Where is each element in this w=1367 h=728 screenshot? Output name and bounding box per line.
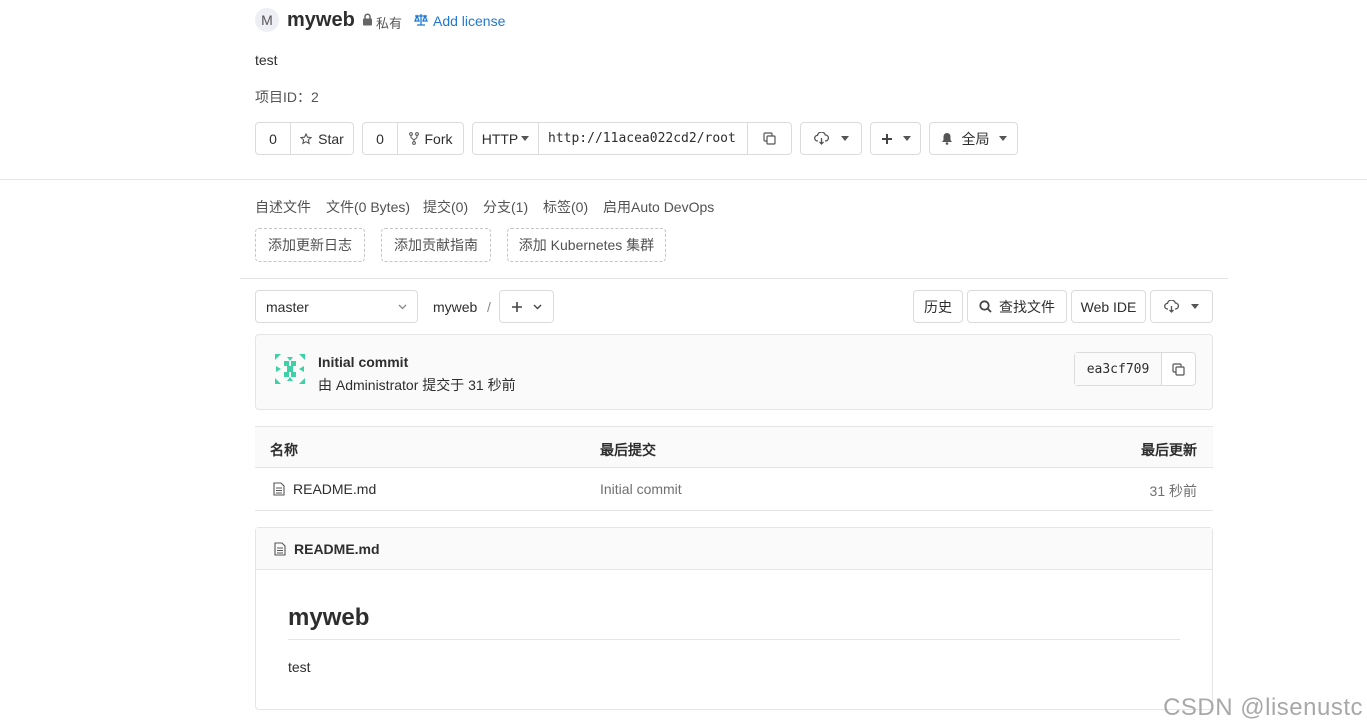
star-label: Star	[318, 130, 344, 147]
chevron-down-icon	[902, 136, 911, 141]
column-header-name: 名称	[270, 442, 298, 458]
nav-tags[interactable]: 标签(0)	[543, 197, 588, 217]
clone-url-group: HTTP http://11acea022cd2/root	[472, 122, 792, 155]
fork-count[interactable]: 0	[363, 123, 397, 154]
nav-branches[interactable]: 分支(1)	[483, 197, 528, 217]
readme-file-name[interactable]: README.md	[294, 541, 380, 557]
project-id-value: 2	[311, 89, 319, 105]
history-button[interactable]: 历史	[913, 290, 963, 323]
watermark: CSDN @lisenustc	[1163, 694, 1363, 721]
readme-panel: README.md myweb test	[255, 527, 1213, 710]
protocol-label: HTTP	[481, 130, 519, 147]
table-row[interactable]: README.md Initial commit 31 秒前	[255, 468, 1213, 511]
file-icon	[274, 542, 286, 556]
cloud-download-icon	[813, 132, 829, 145]
fork-button[interactable]: Fork	[397, 123, 463, 154]
add-license-link[interactable]: Add license	[433, 13, 505, 29]
copy-url-button[interactable]	[747, 123, 791, 154]
chevron-down-icon	[1191, 304, 1199, 309]
readme-body: test	[288, 659, 311, 675]
star-button[interactable]: Star	[290, 123, 353, 154]
file-updated-time: 31 秒前	[1149, 483, 1197, 499]
download-dropdown[interactable]	[1150, 290, 1213, 323]
add-to-tree-dropdown[interactable]	[499, 290, 554, 323]
chevron-down-icon	[998, 136, 1007, 141]
file-table-header: 名称 最后提交 最后更新	[255, 426, 1213, 468]
plus-icon	[511, 301, 523, 313]
chevron-down-icon	[398, 304, 407, 310]
project-id-label: 项目ID：	[255, 89, 311, 105]
cloud-download-icon	[1164, 300, 1179, 313]
fork-label: Fork	[424, 130, 453, 147]
file-name-link[interactable]: README.md	[293, 481, 376, 497]
project-title[interactable]: myweb	[287, 9, 355, 32]
chevron-down-icon	[533, 304, 542, 310]
notification-dropdown[interactable]: 全局	[929, 122, 1018, 155]
section-divider	[240, 278, 1228, 279]
commit-title[interactable]: Initial commit	[318, 354, 408, 370]
readme-heading-rule	[288, 639, 1180, 640]
visibility-label: 私有	[376, 16, 403, 31]
nav-readme[interactable]: 自述文件	[255, 197, 311, 217]
file-table: 名称 最后提交 最后更新 README.md Initial commit 31…	[255, 426, 1213, 511]
notification-label: 全局	[961, 130, 990, 147]
identicon-avatar	[273, 352, 307, 386]
fork-button-group: 0 Fork	[362, 122, 464, 155]
fork-icon	[408, 132, 419, 145]
star-button-group: 0 Star	[255, 122, 354, 155]
breadcrumb-separator: /	[487, 299, 491, 315]
commit-author-line: 由 Administrator 提交于 31 秒前	[318, 377, 516, 393]
readme-panel-header: README.md	[256, 528, 1212, 570]
copy-icon	[763, 132, 776, 145]
column-header-last-commit: 最后提交	[600, 442, 656, 458]
file-icon	[273, 482, 285, 496]
find-file-label: 查找文件	[999, 298, 1055, 315]
commit-sha-group: ea3cf709	[1074, 352, 1196, 386]
readme-heading: myweb	[288, 604, 370, 631]
star-icon	[300, 132, 313, 145]
add-contributing-button[interactable]: 添加贡献指南	[381, 228, 491, 262]
commit-sha[interactable]: ea3cf709	[1075, 353, 1161, 385]
file-last-commit-link[interactable]: Initial commit	[600, 481, 682, 497]
protocol-dropdown[interactable]: HTTP	[473, 123, 538, 154]
project-description: test	[255, 52, 278, 68]
lock-icon	[362, 13, 373, 26]
bell-icon	[941, 132, 953, 145]
copy-sha-button[interactable]	[1161, 353, 1195, 385]
breadcrumb-root[interactable]: myweb	[433, 299, 477, 315]
branch-label: master	[266, 298, 309, 315]
nav-commits[interactable]: 提交(0)	[423, 197, 468, 217]
header-divider	[0, 179, 1367, 180]
new-item-dropdown[interactable]	[870, 122, 921, 155]
last-commit-panel: Initial commit 由 Administrator 提交于 31 秒前…	[255, 334, 1213, 410]
add-kubernetes-button[interactable]: 添加 Kubernetes 集群	[507, 228, 666, 262]
copy-icon	[1172, 362, 1185, 376]
nav-files[interactable]: 文件(0 Bytes)	[326, 197, 410, 217]
column-header-last-update: 最后更新	[1141, 442, 1197, 458]
plus-icon	[881, 133, 893, 145]
scale-icon	[414, 13, 428, 26]
web-ide-button[interactable]: Web IDE	[1071, 290, 1146, 323]
nav-auto-devops[interactable]: 启用Auto DevOps	[603, 197, 714, 217]
project-avatar: M	[255, 8, 279, 32]
find-file-button[interactable]: 查找文件	[967, 290, 1067, 323]
chevron-down-icon	[521, 136, 530, 141]
search-icon	[979, 300, 992, 313]
clone-url-input[interactable]: http://11acea022cd2/root	[538, 123, 747, 154]
branch-selector[interactable]: master	[255, 290, 418, 323]
download-dropdown[interactable]	[800, 122, 862, 155]
star-count[interactable]: 0	[256, 123, 290, 154]
add-changelog-button[interactable]: 添加更新日志	[255, 228, 365, 262]
chevron-down-icon	[840, 136, 849, 141]
project-id: 项目ID：2	[255, 87, 319, 107]
